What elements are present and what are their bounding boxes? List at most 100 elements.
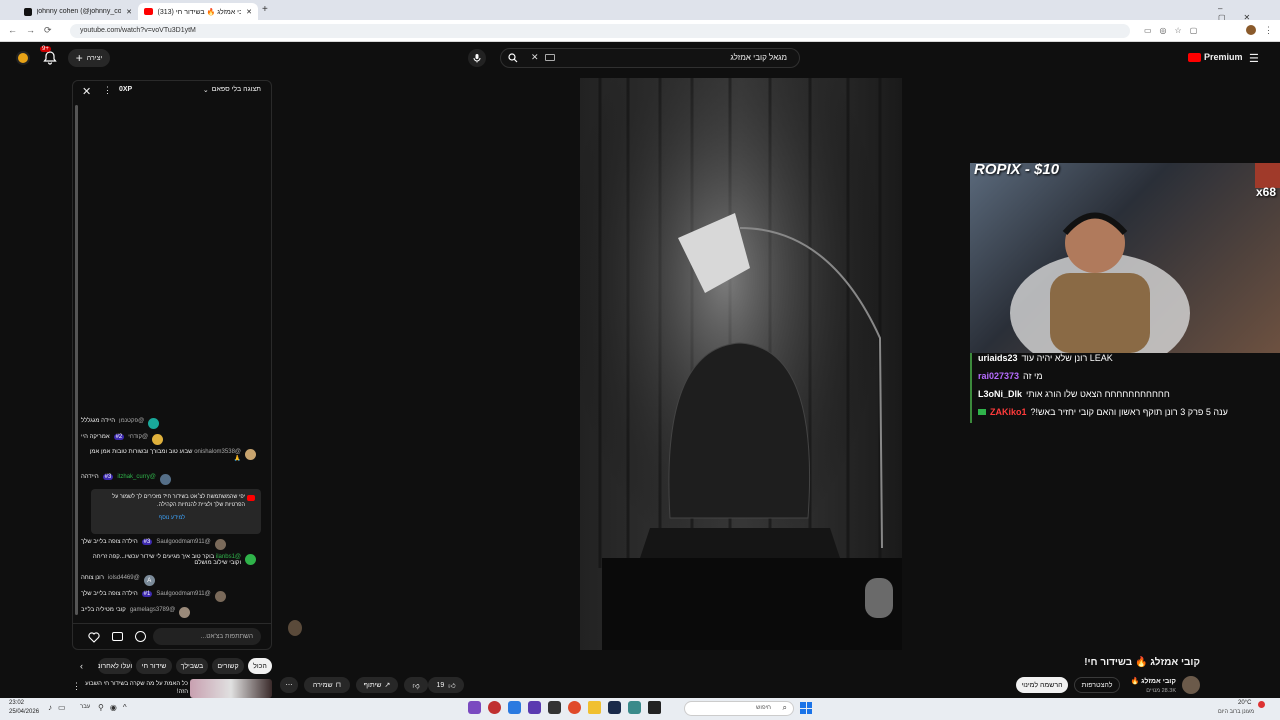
chat-username[interactable]: @iolsd4469 [108, 575, 140, 581]
app-icon[interactable] [528, 701, 541, 714]
language-indicator[interactable]: עבר [80, 704, 90, 710]
chip-recent[interactable]: הועלו לאחרונה [98, 658, 132, 674]
chevron-left-icon[interactable]: ‹ [80, 661, 83, 671]
app-icon[interactable] [468, 701, 481, 714]
chat-username[interactable]: @onishalom3538 [194, 449, 241, 455]
bookmark-icon: ⊓ [335, 682, 342, 689]
emoji-icon[interactable] [135, 631, 146, 642]
chat-input[interactable]: השתתפות בצ'אט... [153, 628, 261, 645]
learn-more-link[interactable]: למידע נוסף [99, 515, 245, 521]
profile-avatar[interactable] [1246, 25, 1256, 35]
chat-username[interactable]: @itzhak_curry [117, 474, 155, 480]
chat-scrollbar[interactable] [75, 105, 78, 615]
app-icon[interactable] [488, 701, 501, 714]
member-badge: #3 [102, 474, 114, 480]
join-button[interactable]: להצטרפות [1074, 677, 1120, 693]
steam-icon[interactable] [608, 701, 621, 714]
weather-temp[interactable]: 20°C [1238, 700, 1251, 706]
share-button[interactable]: שיתוף ↗ [356, 677, 398, 693]
notifications-button[interactable]: 9+ [40, 46, 58, 66]
browser-toolbar-icons[interactable]: ▭◎☆▢ [1144, 26, 1205, 35]
app-icon[interactable] [508, 701, 521, 714]
chat-message: @onishalom3538 שבוע טוב ומבורך ובשורות ט… [81, 449, 259, 462]
taskbar: 23:02 25/04/2026 ♪▭ עבר ⚲◉^ חיפוש ⌕ 20°C… [0, 698, 1280, 720]
tab-youtube[interactable]: (313) קובי אמזלג 🔥 בשידור חי! ✕ [138, 3, 258, 20]
url-field[interactable]: youtube.com/watch?v=voVTu3D1ytM [70, 24, 1130, 38]
chat-username[interactable]: @gamelags3789 [130, 607, 175, 613]
super-chat-icon[interactable] [112, 632, 123, 641]
close-chat-icon[interactable]: ✕ [82, 85, 91, 98]
chat-safety-notice: יפי שהמשתמשת לצ׳אט בשידור חי? מזכירים לך… [91, 489, 261, 534]
overlay-text: ?!ענה 5 פרק 3 רונן תוקף ראשון והאם קובי … [1030, 407, 1228, 417]
chip-related[interactable]: קשורים [212, 658, 244, 674]
chat-username[interactable]: @Saulgoodmam911 [156, 539, 210, 545]
video-player[interactable] [580, 78, 902, 650]
chip-live[interactable]: שידור חי [136, 658, 172, 674]
app-icon[interactable] [648, 701, 661, 714]
dislike-button[interactable]: 👎︎ [404, 677, 428, 693]
close-tab-icon[interactable]: ✕ [126, 8, 132, 16]
menu-icon[interactable]: ☰ [1249, 52, 1259, 65]
channel-avatar[interactable] [1182, 676, 1200, 694]
create-button[interactable]: + יצירה [68, 49, 110, 67]
tray-icons-2[interactable]: ⚲◉^ [98, 703, 133, 712]
chat-mode-dropdown[interactable]: תצוגה בלי ספאם ⌄ [203, 86, 261, 94]
folder-icon[interactable] [588, 701, 601, 714]
voice-search-button[interactable] [468, 49, 486, 67]
share-icon: ↗ [384, 682, 391, 689]
chat-username[interactable]: @פקטנמן [119, 418, 144, 424]
pinned-apps [468, 701, 661, 714]
tray-icons[interactable]: ♪▭ [48, 703, 72, 712]
chat-text: הילדה צופה בלייב שלך [81, 539, 138, 545]
premium-label: Premium [1204, 52, 1243, 62]
user-avatar [214, 539, 226, 550]
heart-icon[interactable] [87, 630, 101, 644]
youtube-premium-logo[interactable]: Premium [1188, 52, 1243, 62]
new-tab-icon[interactable]: + [262, 4, 268, 15]
rec-video-thumbnail[interactable] [190, 679, 272, 698]
app-icon[interactable] [628, 701, 641, 714]
plus-icon: + [75, 51, 83, 65]
rec-video-title[interactable]: כל האמת על מה שקרה בשידור חי השבוע הזה! [84, 680, 188, 696]
overlay-text: חחחחחחחחחחח הצאט שלו הורג אותי [1026, 389, 1170, 399]
stream-overlay: ROPIX - $10 x68 uriaids23 רונן שלא יהיה … [970, 161, 1280, 423]
clear-search-icon[interactable]: ✕ [531, 52, 539, 63]
youtube-logo-icon [1188, 52, 1201, 62]
clock-time[interactable]: 23:02 [9, 700, 24, 706]
overlay-chat-line: L3oNi_Dlk חחחחחחחחחחח הצאט שלו הורג אותי [978, 389, 1170, 399]
chat-text: היידהה [81, 474, 99, 480]
notice-text: יפי שהמשתמשת לצ׳אט בשידור חי? מזכירים לך… [112, 494, 245, 508]
chip-for-you[interactable]: בשבילך [176, 658, 208, 674]
keyboard-icon[interactable] [545, 54, 555, 61]
user-avatar [159, 474, 171, 485]
chat-username[interactable]: @Saulgoodmam911 [156, 591, 210, 597]
tab-johnny[interactable]: johnny cohen (@johnny_cohen... ✕ [18, 3, 138, 20]
browser-menu-icon[interactable]: ⋮ [1264, 25, 1273, 36]
nav-buttons[interactable]: ←→⟳ [8, 25, 61, 36]
chat-message: @itzhak_curry #3 היידהה [81, 474, 259, 485]
chat-more-icon[interactable]: ⋮ [103, 85, 112, 96]
channel-name[interactable]: קובי אמזלג 🔥 [1130, 677, 1176, 685]
more-actions-button[interactable]: ⋯ [280, 677, 298, 693]
like-button[interactable]: 19 👍︎ [428, 677, 464, 693]
search-input[interactable]: מגאל קובי אמזלג [730, 53, 787, 62]
search-icon[interactable] [505, 51, 521, 65]
account-avatar[interactable] [16, 51, 30, 65]
chip-all[interactable]: הכול [248, 658, 272, 674]
windows-start-icon[interactable] [800, 702, 812, 714]
address-bar: ←→⟳ youtube.com/watch?v=voVTu3D1ytM ▭◎☆▢… [0, 20, 1280, 42]
save-button[interactable]: שמירה ⊓ [304, 677, 350, 693]
chat-username[interactable]: @קודחי [128, 434, 148, 440]
overlay-username: rai027373 [978, 371, 1020, 381]
chrome-icon[interactable] [568, 701, 581, 714]
user-avatar [245, 449, 256, 460]
thumbs-up-icon: 👍︎ [448, 682, 456, 690]
taskbar-search[interactable]: חיפוש ⌕ [684, 701, 794, 716]
close-tab-icon[interactable]: ✕ [246, 8, 252, 16]
user-chat-avatar[interactable] [288, 620, 302, 636]
rec-more-icon[interactable]: ⋮ [72, 681, 81, 692]
app-icon[interactable] [548, 701, 561, 714]
subscribe-button[interactable]: הרשמה למינוי [1016, 677, 1068, 693]
weather-alert-icon [1258, 701, 1265, 708]
clock-date[interactable]: 25/04/2026 [9, 709, 39, 715]
